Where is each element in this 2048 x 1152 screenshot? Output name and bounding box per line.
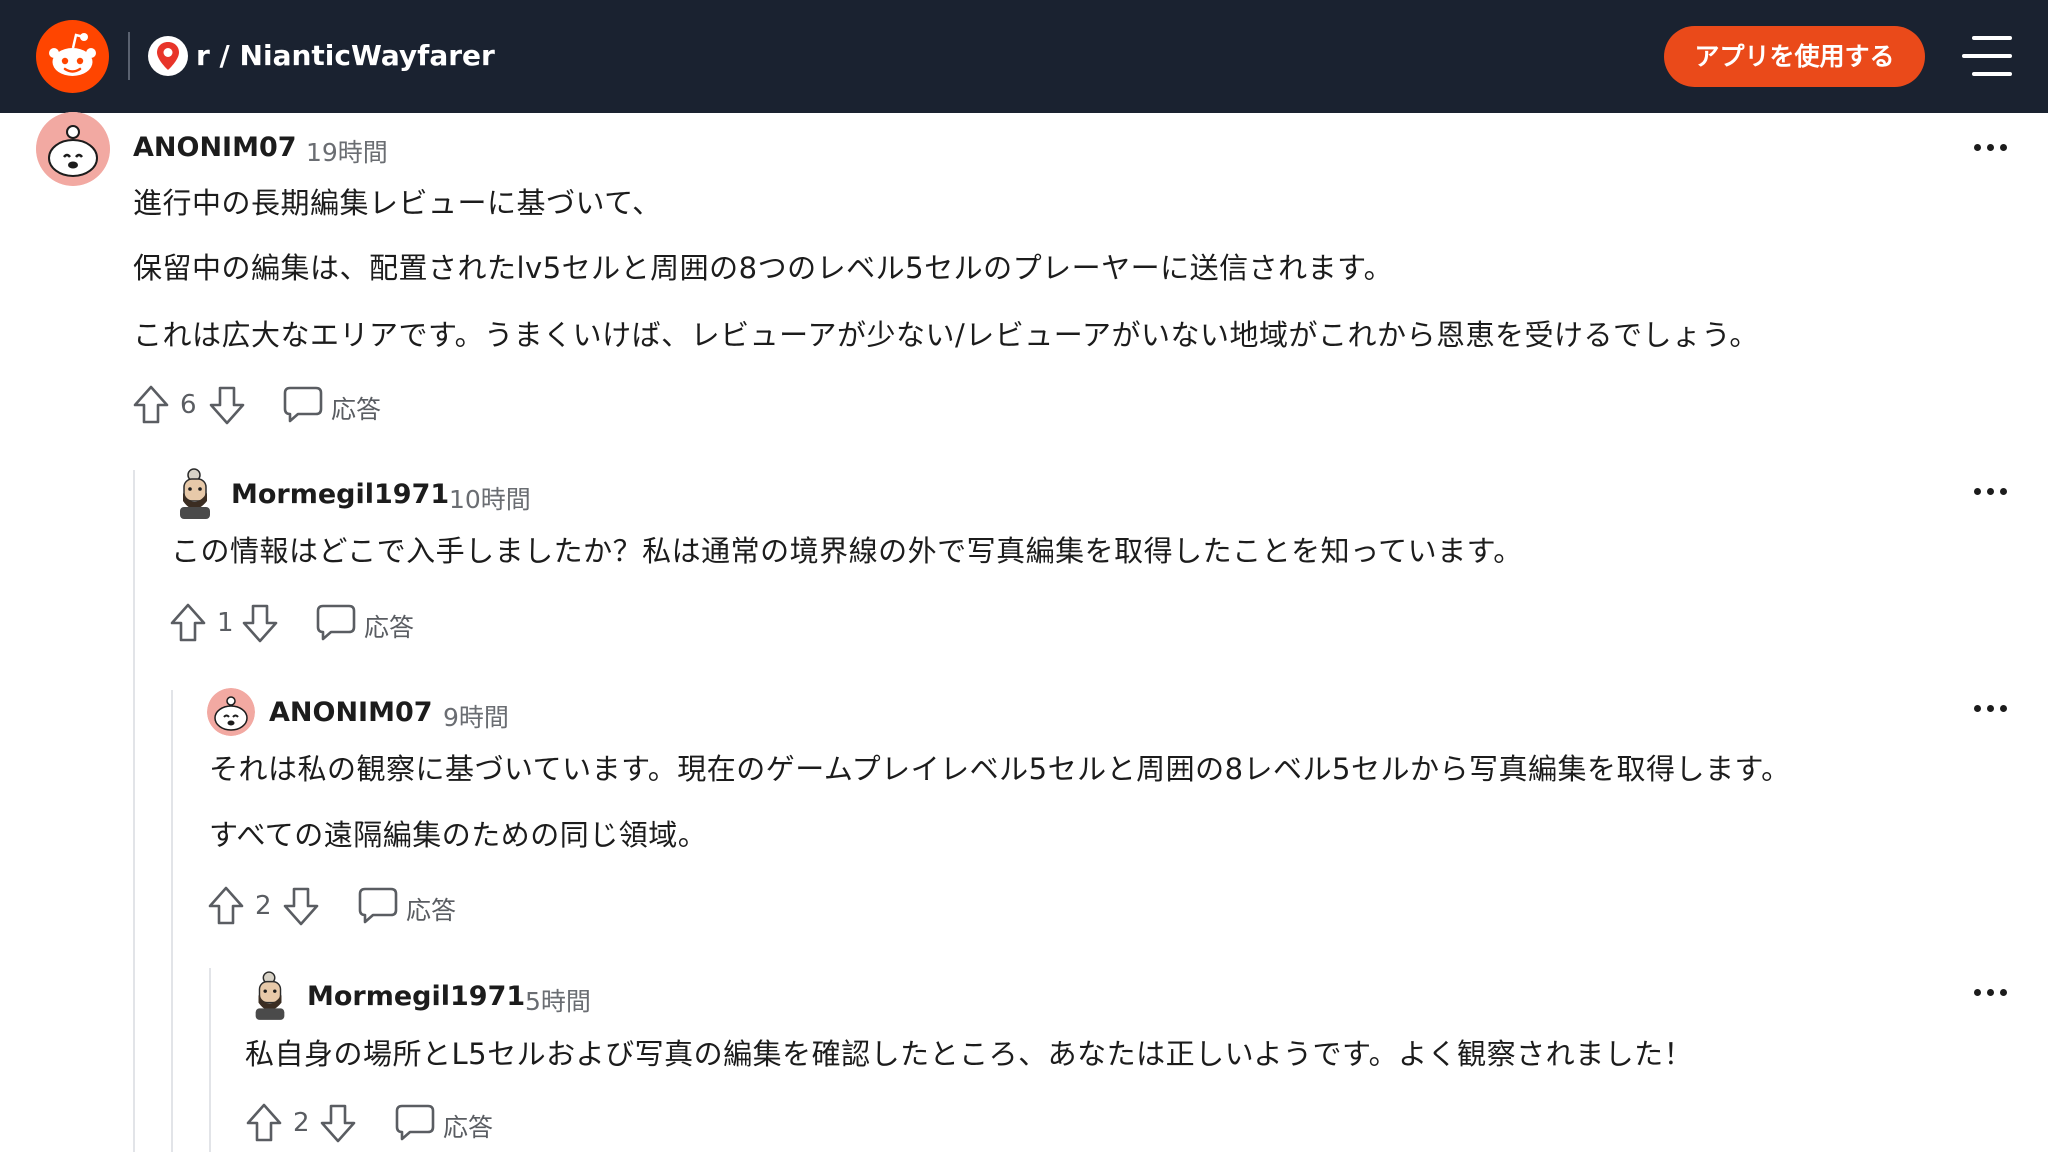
comment-paragraph: それは私の観察に基づいています。現在のゲームプレイレベル5セルと周囲の8レベル5… <box>209 752 1791 786</box>
upvote-icon[interactable] <box>168 602 208 644</box>
comment-timestamp: 10時間 <box>449 485 531 514</box>
more-options-icon[interactable] <box>1974 701 2008 715</box>
thread-line-level-2[interactable] <box>171 690 173 1152</box>
bearded-avatar-icon[interactable] <box>172 467 218 519</box>
comment-author[interactable]: ANONIM07 <box>269 697 433 728</box>
hamburger-menu-icon[interactable] <box>1962 34 2012 78</box>
snoo-avatar-icon[interactable] <box>207 688 255 736</box>
more-options-icon[interactable] <box>1974 140 2008 154</box>
reply-bubble-icon[interactable] <box>357 885 399 925</box>
top-bar: r / NianticWayfarer アプリを使用する <box>0 0 2048 113</box>
vote-count: 2 <box>255 891 272 921</box>
downvote-icon[interactable] <box>240 602 280 644</box>
reply-bubble-icon[interactable] <box>282 384 324 424</box>
comment-paragraph: 進行中の長期編集レビューに基づいて、 <box>133 186 662 220</box>
more-options-icon[interactable] <box>1974 985 2008 999</box>
comment-paragraph: この情報はどこで入手しましたか？私は通常の境界線の外で写真編集を取得したことを知… <box>171 534 1523 568</box>
reply-bubble-icon[interactable] <box>394 1102 436 1142</box>
reddit-logo-icon[interactable] <box>36 20 109 93</box>
bearded-avatar-icon[interactable] <box>248 970 292 1020</box>
comment-author[interactable]: Mormegil1971 <box>231 479 449 510</box>
header-divider <box>128 32 130 80</box>
map-pin-icon[interactable] <box>148 36 188 76</box>
comment-author[interactable]: Mormegil1971 <box>307 981 525 1012</box>
vote-count: 1 <box>217 608 234 638</box>
downvote-icon[interactable] <box>207 384 247 426</box>
downvote-icon[interactable] <box>281 885 321 927</box>
subreddit-name[interactable]: r / NianticWayfarer <box>196 36 495 76</box>
reply-button[interactable]: 応答 <box>406 891 456 927</box>
vote-count: 2 <box>293 1108 310 1138</box>
comment-timestamp: 5時間 <box>525 987 591 1016</box>
comment-timestamp: 19時間 <box>306 138 388 167</box>
comment-paragraph: 私自身の場所とL5セルおよび写真の編集を確認したところ、あなたは正しいようです。… <box>245 1037 1694 1071</box>
reply-button[interactable]: 応答 <box>364 608 414 644</box>
upvote-icon[interactable] <box>244 1102 284 1144</box>
reply-button[interactable]: 応答 <box>443 1108 493 1144</box>
reply-bubble-icon[interactable] <box>315 602 357 642</box>
snoo-avatar-icon[interactable] <box>36 112 110 186</box>
thread-line-level-1[interactable] <box>133 470 135 1152</box>
more-options-icon[interactable] <box>1974 484 2008 498</box>
reply-button[interactable]: 応答 <box>331 390 381 426</box>
comment-author[interactable]: ANONIM07 <box>133 132 297 163</box>
upvote-icon[interactable] <box>206 885 246 927</box>
use-app-button[interactable]: アプリを使用する <box>1664 26 1925 87</box>
thread-line-level-3[interactable] <box>209 968 211 1152</box>
downvote-icon[interactable] <box>318 1102 358 1144</box>
comment-timestamp: 9時間 <box>443 703 509 732</box>
comment-paragraph: これは広大なエリアです。うまくいけば、レビューアが少ない/レビューアがいない地域… <box>133 318 1759 352</box>
upvote-icon[interactable] <box>131 384 171 426</box>
comment-paragraph: すべての遠隔編集のための同じ領域。 <box>209 818 708 852</box>
vote-count: 6 <box>180 390 197 420</box>
comment-paragraph: 保留中の編集は、配置されたlv5セルと周囲の8つのレベル5セルのプレーヤーに送信… <box>133 251 1394 285</box>
